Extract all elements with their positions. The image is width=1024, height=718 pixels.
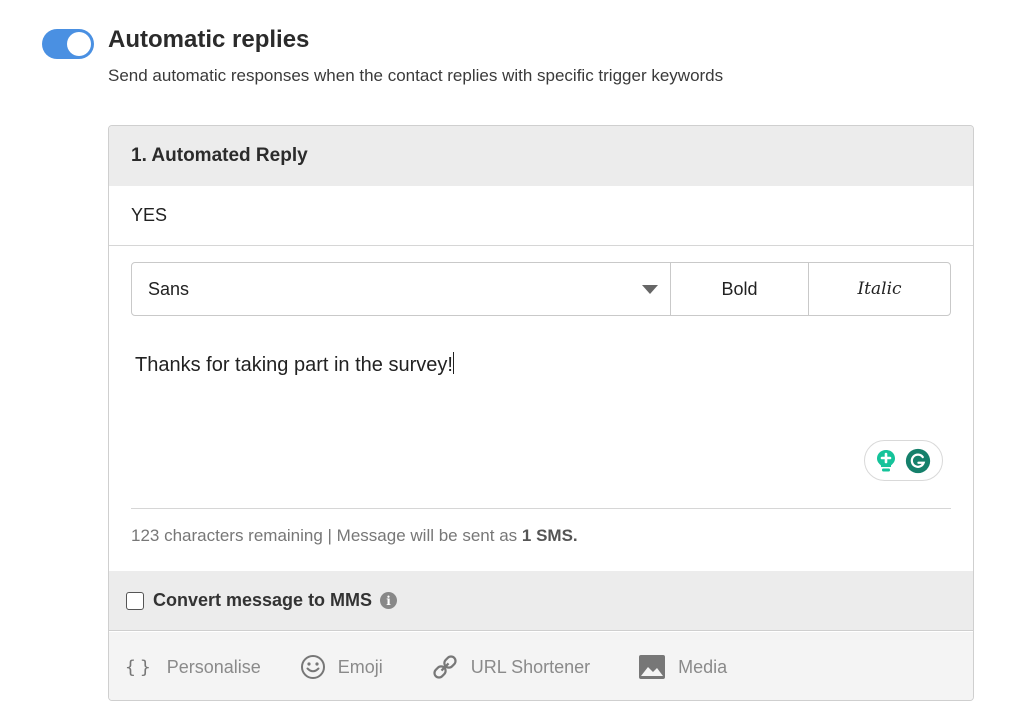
font-select-value: Sans	[148, 278, 190, 299]
font-select[interactable]: Sans	[132, 263, 671, 315]
editor-divider	[131, 508, 951, 509]
message-text: Thanks for taking part in the survey!	[135, 354, 453, 376]
image-icon	[638, 654, 666, 680]
automatic-replies-toggle[interactable]	[42, 29, 94, 59]
link-icon	[431, 653, 459, 681]
braces-icon: {}	[125, 656, 155, 678]
sms-count: 1 SMS.	[521, 526, 578, 545]
url-shortener-label: URL Shortener	[470, 656, 591, 677]
emoji-label: Emoji	[337, 656, 383, 677]
bold-button[interactable]: Bold	[671, 263, 809, 315]
toggle-knob	[67, 32, 91, 56]
page-title: Automatic replies	[108, 26, 310, 53]
lightbulb-icon[interactable]	[873, 448, 899, 474]
url-shortener-button[interactable]: URL Shortener	[431, 653, 590, 681]
editor-toolbar: Sans Bold Italic	[131, 262, 951, 316]
media-button[interactable]: Media	[638, 654, 727, 680]
italic-button[interactable]: Italic	[809, 263, 950, 315]
emoji-button[interactable]: Emoji	[300, 654, 383, 680]
character-counter: 123 characters remaining | Message will …	[131, 526, 578, 546]
convert-mms-label[interactable]: Convert message to MMS	[153, 590, 372, 611]
grammarly-widget[interactable]	[864, 440, 943, 481]
info-icon[interactable]: i	[380, 592, 398, 609]
chevron-down-icon	[642, 285, 658, 294]
reply-heading: 1. Automated Reply	[109, 126, 973, 186]
message-tools: {} Personalise Emoji URL Shortener Media	[109, 632, 973, 700]
personalise-button[interactable]: {} Personalise	[125, 657, 261, 678]
personalise-label: Personalise	[166, 656, 261, 677]
text-cursor	[452, 352, 455, 374]
media-label: Media	[678, 656, 728, 677]
message-textarea[interactable]: Thanks for taking part in the survey!	[135, 352, 455, 377]
mms-row: Convert message to MMS i	[109, 571, 973, 631]
keyword-field[interactable]: YES	[109, 186, 973, 246]
emoji-icon	[300, 654, 326, 680]
counter-text: 123 characters remaining | Message will …	[131, 526, 522, 545]
convert-mms-checkbox[interactable]	[126, 591, 144, 610]
automated-reply-card: 1. Automated Reply YES Sans Bold Italic …	[108, 125, 974, 701]
page-subtitle: Send automatic responses when the contac…	[108, 66, 724, 85]
message-editor: Sans Bold Italic Thanks for taking part …	[109, 246, 973, 571]
grammarly-icon[interactable]	[905, 448, 931, 474]
